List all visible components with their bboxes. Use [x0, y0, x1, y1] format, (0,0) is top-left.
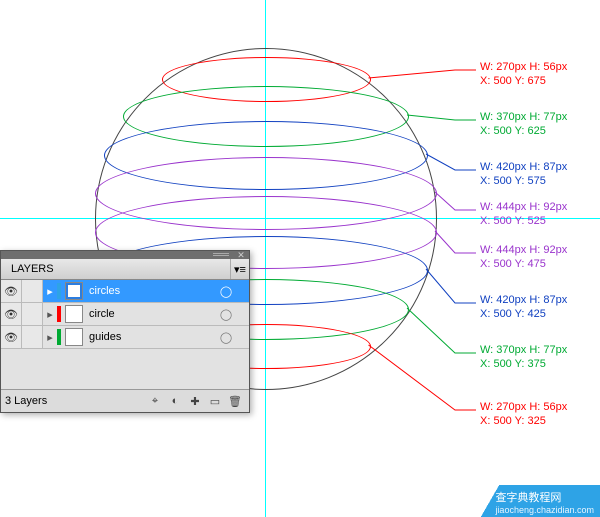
panel-title: LAYERS: [7, 261, 58, 277]
callout-3: W: 420px H: 87px X: 500 Y: 575: [480, 160, 567, 188]
panel-drag-bar[interactable]: ✕: [1, 251, 249, 259]
callout-2: W: 370px H: 77px X: 500 Y: 625: [480, 110, 567, 138]
layer-thumbnail: [65, 282, 83, 300]
target-icon[interactable]: ◯: [213, 285, 239, 298]
layer-color-bar: [57, 306, 61, 322]
expand-layer-icon[interactable]: ▸: [43, 308, 57, 321]
delete-layer-icon[interactable]: 🗑: [225, 392, 245, 410]
make-clipping-mask-icon[interactable]: ◐: [165, 392, 185, 410]
close-icon[interactable]: ✕: [235, 250, 247, 260]
layer-color-bar: [57, 283, 61, 299]
panel-footer: 3 Layers ⌖ ◐ ✚ ▭ 🗑: [1, 390, 249, 412]
target-icon[interactable]: ◯: [213, 308, 239, 321]
lock-toggle-icon[interactable]: [22, 280, 43, 302]
layers-panel[interactable]: ✕ LAYERS ▾≡ 👁▸circles◯👁▸circle◯👁▸guides◯…: [0, 250, 250, 413]
callout-5: W: 444px H: 92px X: 500 Y: 475: [480, 243, 567, 271]
layer-row-circles[interactable]: 👁 ▸ circles◯: [1, 280, 249, 303]
visibility-toggle-icon[interactable]: 👁: [1, 303, 22, 325]
watermark-url: jiaocheng.chazidian.com: [495, 505, 594, 515]
layer-name[interactable]: circle: [87, 308, 213, 320]
panel-empty-area: [1, 349, 249, 390]
layer-count-label: 3 Layers: [5, 395, 145, 407]
locate-object-icon[interactable]: ⌖: [145, 392, 165, 410]
expand-layer-icon[interactable]: ▸: [43, 331, 57, 344]
panel-flyout-menu-icon[interactable]: ▾≡: [230, 259, 249, 279]
lock-toggle-icon[interactable]: [22, 303, 43, 325]
watermark: 查字典教程网 jiaocheng.chazidian.com: [435, 485, 600, 517]
callout-8: W: 270px H: 56px X: 500 Y: 325: [480, 400, 567, 428]
layer-row-guides[interactable]: 👁 ▸ guides◯: [1, 326, 249, 349]
layer-color-bar: [57, 329, 61, 345]
layer-row-circle[interactable]: 👁 ▸ circle◯: [1, 303, 249, 326]
layer-name[interactable]: circles: [87, 285, 213, 297]
visibility-toggle-icon[interactable]: 👁: [1, 280, 22, 302]
layer-thumbnail: [65, 328, 83, 346]
expand-layer-icon[interactable]: ▸: [43, 285, 57, 298]
lock-toggle-icon[interactable]: [22, 326, 43, 348]
new-layer-icon[interactable]: ▭: [205, 392, 225, 410]
new-sublayer-icon[interactable]: ✚: [185, 392, 205, 410]
callout-1: W: 270px H: 56px X: 500 Y: 675: [480, 60, 567, 88]
panel-header: LAYERS ▾≡: [1, 259, 249, 280]
visibility-toggle-icon[interactable]: 👁: [1, 326, 22, 348]
target-icon[interactable]: ◯: [213, 331, 239, 344]
callout-4: W: 444px H: 92px X: 500 Y: 525: [480, 200, 567, 228]
layer-thumbnail: [65, 305, 83, 323]
watermark-text: 查字典教程网: [495, 489, 594, 505]
callout-7: W: 370px H: 77px X: 500 Y: 375: [480, 343, 567, 371]
layer-name[interactable]: guides: [87, 331, 213, 343]
callout-6: W: 420px H: 87px X: 500 Y: 425: [480, 293, 567, 321]
